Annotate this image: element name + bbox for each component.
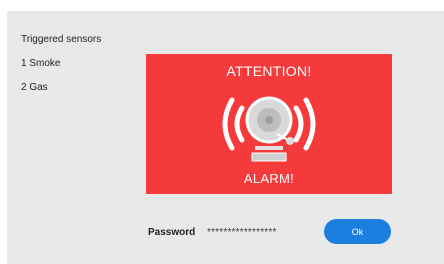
password-label: Password (148, 227, 196, 238)
ok-button[interactable]: Ok (324, 219, 391, 244)
alarm-banner: ATTENTION! ALARM! (146, 54, 392, 194)
alarm-bell-icon (222, 96, 316, 162)
sensor-item-smoke: 1 Smoke (21, 58, 61, 69)
attention-text: ATTENTION! (226, 63, 312, 79)
triggered-sensors-title: Triggered sensors (21, 34, 102, 45)
sensor-item-gas: 2 Gas (21, 82, 48, 93)
password-field[interactable]: ***************** (207, 227, 277, 238)
alarm-text: ALARM! (243, 171, 295, 186)
